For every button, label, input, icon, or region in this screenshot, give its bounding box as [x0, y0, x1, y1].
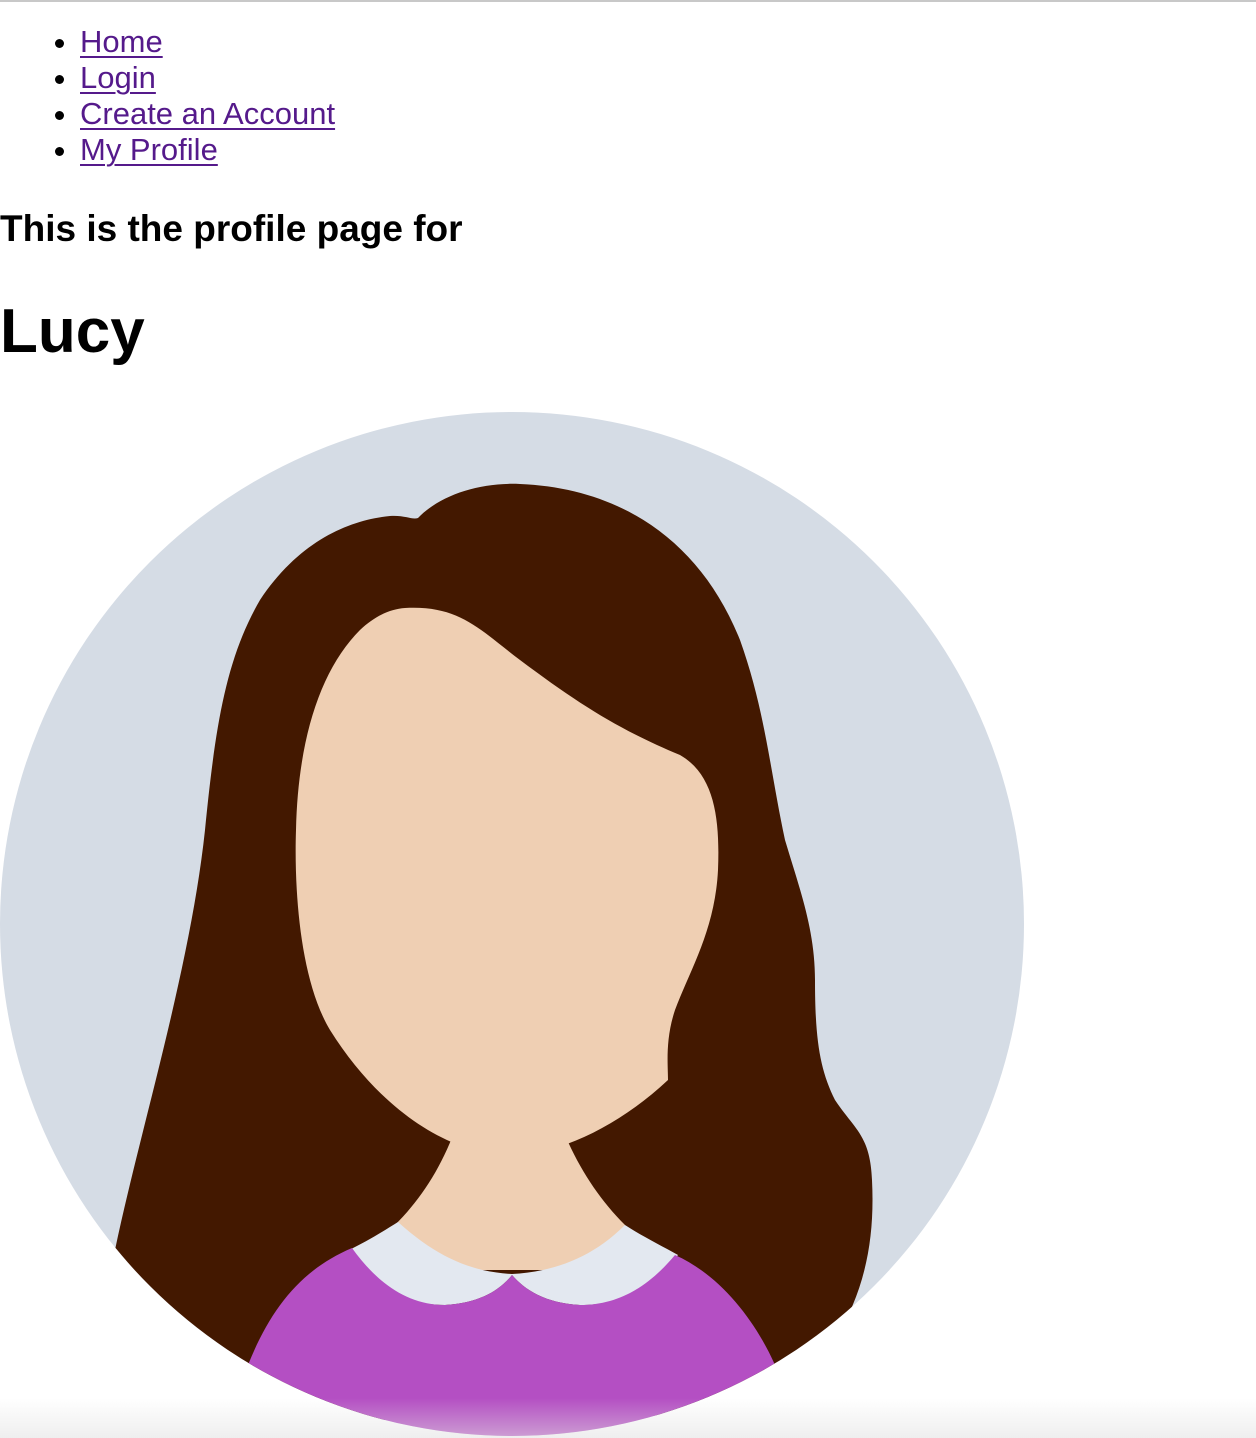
avatar — [0, 410, 1026, 1438]
profile-name: Lucy — [0, 297, 145, 366]
nav-item-login: Login — [80, 60, 335, 96]
nav-item-create-account: Create an Account — [80, 96, 335, 132]
nav-item-home: Home — [80, 24, 335, 60]
my-profile-link[interactable]: My Profile — [80, 132, 218, 167]
nav-list: Home Login Create an Account My Profile — [0, 24, 335, 168]
nav-item-my-profile: My Profile — [80, 132, 335, 168]
home-link[interactable]: Home — [80, 24, 163, 59]
login-link[interactable]: Login — [80, 60, 156, 95]
avatar-shirt — [248, 1248, 775, 1436]
top-divider — [0, 0, 1256, 2]
profile-subtitle: This is the profile page for — [0, 208, 463, 249]
create-account-link[interactable]: Create an Account — [80, 96, 335, 131]
avatar-image — [0, 412, 1024, 1436]
